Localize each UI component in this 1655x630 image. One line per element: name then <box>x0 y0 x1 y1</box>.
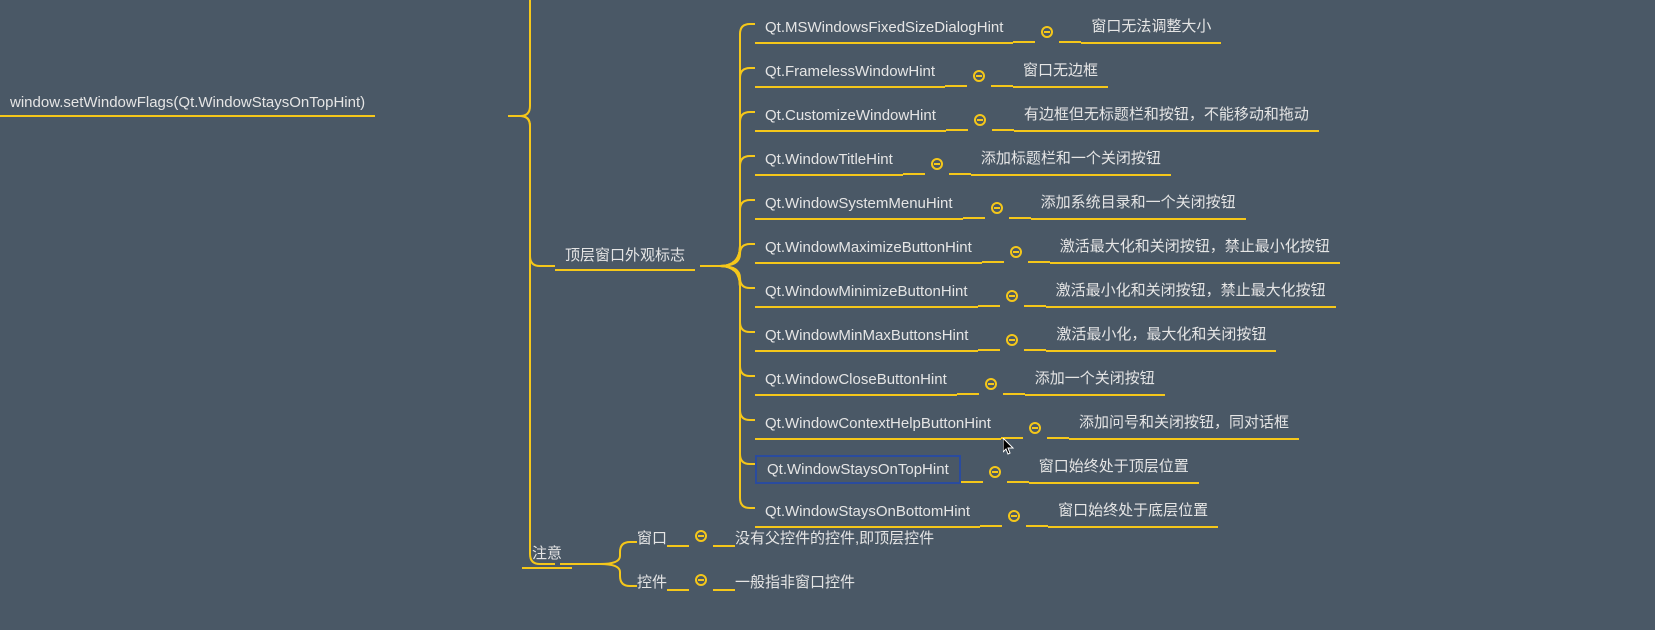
connector <box>1013 41 1035 43</box>
connector <box>713 589 735 591</box>
collapse-icon[interactable] <box>1041 26 1053 38</box>
notes-list: 窗口 没有父控件的控件,即顶层控件 控件 一般指非窗口控件 <box>637 504 934 592</box>
flag-desc: 窗口无法调整大小 <box>1081 11 1221 44</box>
flag-name: Qt.WindowSystemMenuHint <box>755 191 963 220</box>
connector <box>713 545 735 547</box>
note-row[interactable]: 控件 一般指非窗口控件 <box>637 548 934 592</box>
flag-name: Qt.WindowMaximizeButtonHint <box>755 235 982 264</box>
collapse-icon[interactable] <box>695 574 707 586</box>
collapse-icon[interactable] <box>1008 510 1020 522</box>
connector <box>1007 481 1029 483</box>
note-name: 窗口 <box>637 527 667 548</box>
collapse-icon[interactable] <box>991 202 1003 214</box>
connector <box>961 481 983 483</box>
collapse-icon[interactable] <box>974 114 986 126</box>
category-topflags[interactable]: 顶层窗口外观标志 <box>555 240 695 271</box>
collapse-icon[interactable] <box>989 466 1001 478</box>
flag-desc: 激活最大化和关闭按钮，禁止最小化按钮 <box>1050 231 1340 264</box>
connector <box>963 217 985 219</box>
note-desc: 一般指非窗口控件 <box>735 571 855 592</box>
connector <box>945 85 967 87</box>
flag-desc: 激活最小化和关闭按钮，禁止最大化按钮 <box>1046 275 1336 308</box>
collapse-icon[interactable] <box>1010 246 1022 258</box>
connector <box>1024 349 1046 351</box>
flag-row[interactable]: Qt.WindowSystemMenuHint 添加系统目录和一个关闭按钮 <box>755 176 1340 220</box>
flags-list: Qt.MSWindowsFixedSizeDialogHint 窗口无法调整大小… <box>755 0 1340 528</box>
note-desc: 没有父控件的控件,即顶层控件 <box>735 527 934 548</box>
connector <box>1026 525 1048 527</box>
flag-name: Qt.WindowMinMaxButtonsHint <box>755 323 978 352</box>
flag-name: Qt.WindowCloseButtonHint <box>755 367 957 396</box>
flag-desc: 激活最小化，最大化和关闭按钮 <box>1046 319 1276 352</box>
collapse-icon[interactable] <box>695 530 707 542</box>
flag-row[interactable]: Qt.WindowMaximizeButtonHint 激活最大化和关闭按钮，禁… <box>755 220 1340 264</box>
connector <box>978 305 1000 307</box>
flag-row[interactable]: Qt.WindowContextHelpButtonHint 添加问号和关闭按钮… <box>755 396 1340 440</box>
collapse-icon[interactable] <box>1006 334 1018 346</box>
connector <box>1047 437 1069 439</box>
flag-name: Qt.WindowTitleHint <box>755 147 903 176</box>
flag-name: Qt.FramelessWindowHint <box>755 59 945 88</box>
flag-row[interactable]: Qt.WindowMinimizeButtonHint 激活最小化和关闭按钮，禁… <box>755 264 1340 308</box>
category-label: 注意 <box>532 545 562 562</box>
connector <box>991 85 1013 87</box>
connector <box>1001 437 1023 439</box>
flag-row[interactable]: Qt.WindowMinMaxButtonsHint 激活最小化，最大化和关闭按… <box>755 308 1340 352</box>
connector <box>667 545 689 547</box>
flag-desc: 添加问号和关闭按钮，同对话框 <box>1069 407 1299 440</box>
collapse-icon[interactable] <box>1029 422 1041 434</box>
flag-row[interactable]: Qt.WindowCloseButtonHint 添加一个关闭按钮 <box>755 352 1340 396</box>
flag-desc: 窗口始终处于顶层位置 <box>1029 451 1199 484</box>
flag-desc: 添加标题栏和一个关闭按钮 <box>971 143 1171 176</box>
note-name: 控件 <box>637 571 667 592</box>
connector <box>982 261 1004 263</box>
connector <box>980 525 1002 527</box>
flag-row[interactable]: Qt.CustomizeWindowHint 有边框但无标题栏和按钮，不能移动和… <box>755 88 1340 132</box>
connector <box>1009 217 1031 219</box>
flag-desc: 有边框但无标题栏和按钮，不能移动和拖动 <box>1014 99 1319 132</box>
connector <box>1003 393 1025 395</box>
collapse-icon[interactable] <box>973 70 985 82</box>
flag-row[interactable]: Qt.WindowTitleHint 添加标题栏和一个关闭按钮 <box>755 132 1340 176</box>
flag-row[interactable]: Qt.MSWindowsFixedSizeDialogHint 窗口无法调整大小 <box>755 0 1340 44</box>
root-node[interactable]: window.setWindowFlags(Qt.WindowStaysOnTo… <box>0 90 375 117</box>
flag-name: Qt.WindowMinimizeButtonHint <box>755 279 978 308</box>
connector <box>949 173 971 175</box>
flag-desc: 添加一个关闭按钮 <box>1025 363 1165 396</box>
root-label: window.setWindowFlags(Qt.WindowStaysOnTo… <box>10 94 365 111</box>
connector <box>978 349 1000 351</box>
connector <box>667 589 689 591</box>
flag-desc: 窗口始终处于底层位置 <box>1048 495 1218 528</box>
connector <box>957 393 979 395</box>
flag-row-selected[interactable]: Qt.WindowStaysOnTopHint 窗口始终处于顶层位置 <box>755 440 1340 484</box>
connector <box>992 129 1014 131</box>
flag-desc: 添加系统目录和一个关闭按钮 <box>1031 187 1246 220</box>
connector <box>946 129 968 131</box>
category-label: 顶层窗口外观标志 <box>565 247 685 264</box>
note-row[interactable]: 窗口 没有父控件的控件,即顶层控件 <box>637 504 934 548</box>
flag-name: Qt.CustomizeWindowHint <box>755 103 946 132</box>
flag-desc: 窗口无边框 <box>1013 55 1108 88</box>
connector <box>1024 305 1046 307</box>
connector <box>903 173 925 175</box>
category-notes[interactable]: 注意 <box>522 538 572 569</box>
flag-name: Qt.MSWindowsFixedSizeDialogHint <box>755 15 1013 44</box>
connector <box>1059 41 1081 43</box>
collapse-icon[interactable] <box>1006 290 1018 302</box>
flag-name: Qt.WindowContextHelpButtonHint <box>755 411 1001 440</box>
connector <box>1028 261 1050 263</box>
flag-row[interactable]: Qt.FramelessWindowHint 窗口无边框 <box>755 44 1340 88</box>
collapse-icon[interactable] <box>931 158 943 170</box>
flag-name: Qt.WindowStaysOnTopHint <box>755 455 961 484</box>
collapse-icon[interactable] <box>985 378 997 390</box>
